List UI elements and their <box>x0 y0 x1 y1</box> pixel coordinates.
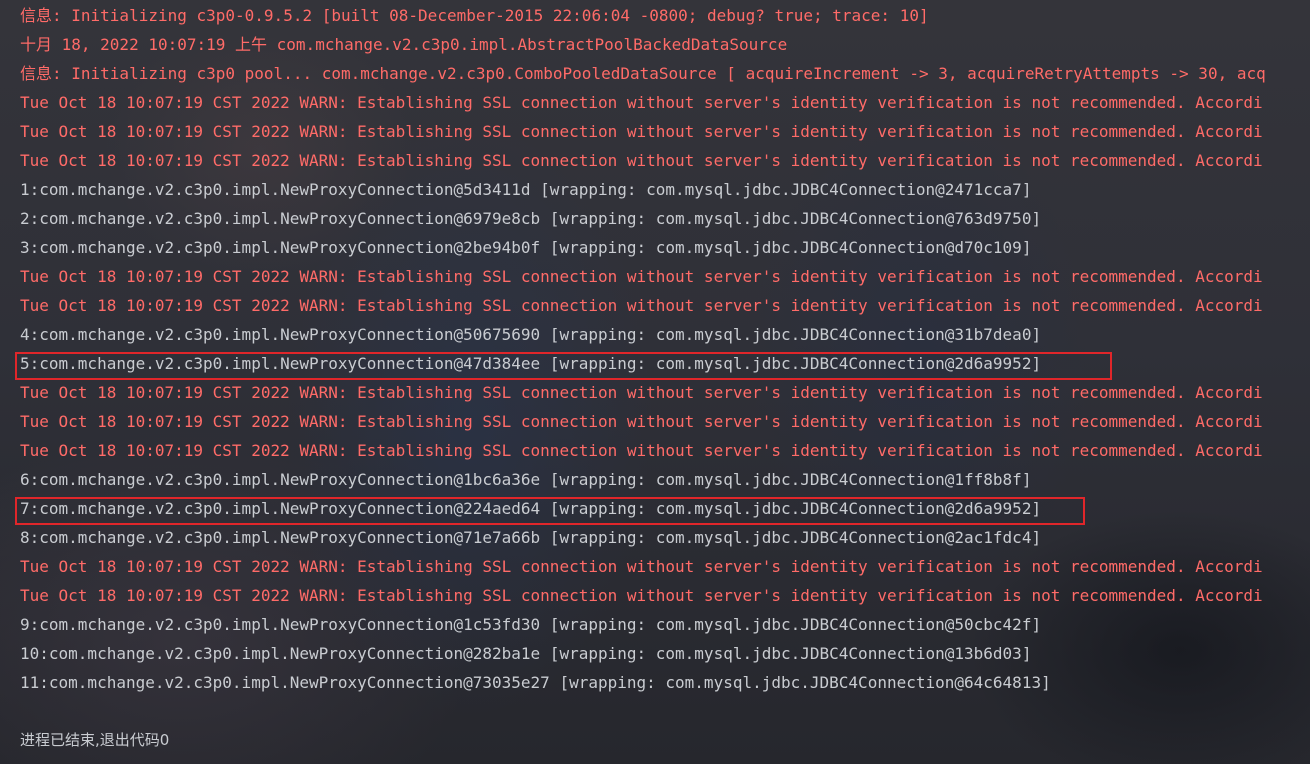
console-output-line: 10:com.mchange.v2.c3p0.impl.NewProxyConn… <box>20 644 1032 663</box>
console-warning-line: Tue Oct 18 10:07:19 CST 2022 WARN: Estab… <box>20 586 1263 605</box>
console-warning-line: Tue Oct 18 10:07:19 CST 2022 WARN: Estab… <box>20 296 1263 315</box>
console-output-line: 3:com.mchange.v2.c3p0.impl.NewProxyConne… <box>20 238 1032 257</box>
console-output-line: 2:com.mchange.v2.c3p0.impl.NewProxyConne… <box>20 209 1042 228</box>
console-warning-line: Tue Oct 18 10:07:19 CST 2022 WARN: Estab… <box>20 383 1263 402</box>
console-warning-line: Tue Oct 18 10:07:19 CST 2022 WARN: Estab… <box>20 441 1263 460</box>
console-warning-line: Tue Oct 18 10:07:19 CST 2022 WARN: Estab… <box>20 557 1263 576</box>
console-info-line: 十月 18, 2022 10:07:19 上午 com.mchange.v2.c… <box>20 35 788 54</box>
console-info-line: 信息: Initializing c3p0 pool... com.mchang… <box>20 64 1266 83</box>
console-output-line: 8:com.mchange.v2.c3p0.impl.NewProxyConne… <box>20 528 1042 547</box>
console-warning-line: Tue Oct 18 10:07:19 CST 2022 WARN: Estab… <box>20 93 1263 112</box>
console-output-line: 4:com.mchange.v2.c3p0.impl.NewProxyConne… <box>20 325 1042 344</box>
console-warning-line: Tue Oct 18 10:07:19 CST 2022 WARN: Estab… <box>20 412 1263 431</box>
console-output-line: 5:com.mchange.v2.c3p0.impl.NewProxyConne… <box>20 354 1042 373</box>
console-output-line: 7:com.mchange.v2.c3p0.impl.NewProxyConne… <box>20 499 1042 518</box>
process-exit-message: 进程已结束,退出代码0 <box>20 731 170 749</box>
console-warning-line: Tue Oct 18 10:07:19 CST 2022 WARN: Estab… <box>20 267 1263 286</box>
console-info-line: 信息: Initializing c3p0-0.9.5.2 [built 08-… <box>20 6 929 25</box>
console-output-line: 9:com.mchange.v2.c3p0.impl.NewProxyConne… <box>20 615 1042 634</box>
run-console-output[interactable]: 信息: Initializing c3p0-0.9.5.2 [built 08-… <box>0 0 1310 764</box>
console-warning-line: Tue Oct 18 10:07:19 CST 2022 WARN: Estab… <box>20 151 1263 170</box>
console-output-line: 6:com.mchange.v2.c3p0.impl.NewProxyConne… <box>20 470 1032 489</box>
console-output-line: 11:com.mchange.v2.c3p0.impl.NewProxyConn… <box>20 673 1051 692</box>
console-warning-line: Tue Oct 18 10:07:19 CST 2022 WARN: Estab… <box>20 122 1263 141</box>
console-output-line: 1:com.mchange.v2.c3p0.impl.NewProxyConne… <box>20 180 1032 199</box>
